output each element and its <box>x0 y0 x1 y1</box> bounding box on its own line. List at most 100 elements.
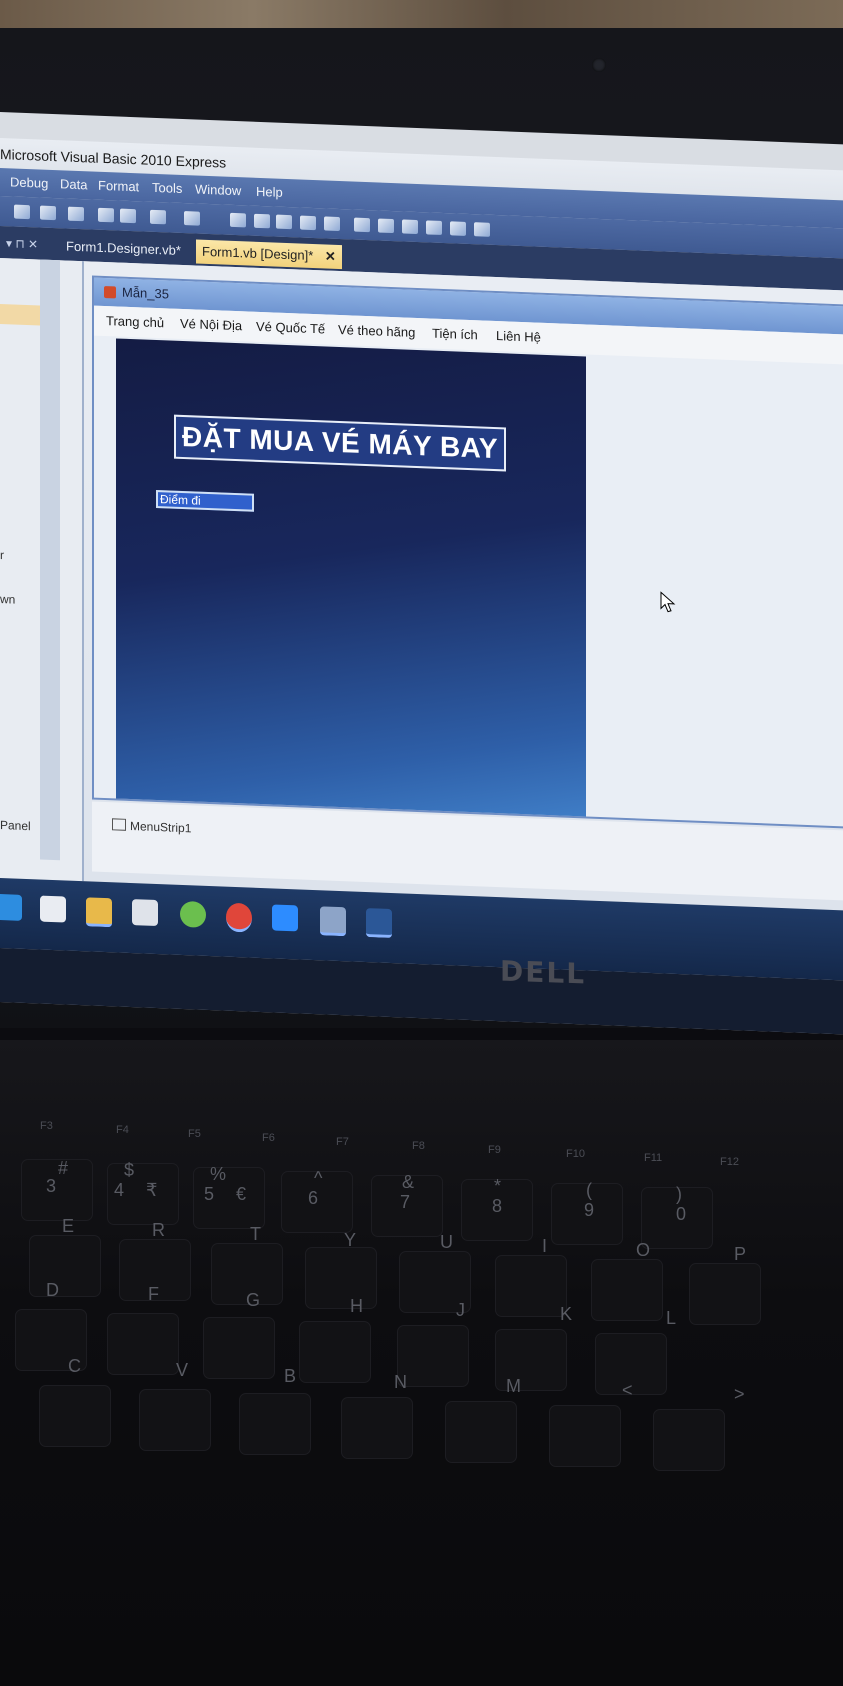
output-icon[interactable] <box>474 222 490 237</box>
menu-debug[interactable]: Debug <box>10 174 48 190</box>
zoom-icon[interactable] <box>272 904 298 932</box>
pin-icon[interactable]: ▾ ⊓ ✕ <box>6 236 38 251</box>
key-label: F8 <box>412 1140 425 1152</box>
ide-title: Microsoft Visual Basic 2010 Express <box>0 146 227 171</box>
key-label: F10 <box>566 1148 585 1160</box>
key-label: F6 <box>262 1132 275 1144</box>
properties-icon[interactable] <box>378 218 394 234</box>
tab-form1-design[interactable]: Form1.vb [Design]* ✕ <box>196 239 342 270</box>
step-over-icon[interactable] <box>300 215 316 231</box>
key-label: 5 <box>204 1184 215 1204</box>
chrome-icon[interactable] <box>226 902 252 933</box>
step-icon[interactable] <box>276 214 292 230</box>
key-label: T <box>250 1224 261 1244</box>
key-label: ) <box>676 1184 682 1204</box>
edge-icon[interactable] <box>0 893 22 921</box>
redo-icon[interactable] <box>184 211 200 226</box>
toolbox-scrollbar[interactable] <box>40 259 60 861</box>
key-label: I <box>542 1236 548 1256</box>
menu-trang-chu[interactable]: Trang chủ <box>106 313 164 330</box>
tab-form1-designer[interactable]: Form1.Designer.vb* <box>60 234 187 263</box>
menu-tien-ich[interactable]: Tiện ích <box>432 326 478 343</box>
menu-help[interactable]: Help <box>256 184 283 200</box>
heading-label[interactable]: ĐẶT MUA VÉ MÁY BAY <box>174 414 507 472</box>
key-3[interactable] <box>22 1160 92 1220</box>
departure-label[interactable]: Điểm đi <box>156 489 254 512</box>
outdent-icon[interactable] <box>120 208 136 224</box>
key-label: ^ <box>314 1168 323 1188</box>
key-v[interactable] <box>140 1390 210 1450</box>
key-n[interactable] <box>342 1398 412 1458</box>
visual-basic-icon[interactable] <box>320 906 346 937</box>
mouse-cursor-icon <box>660 591 676 613</box>
key-comma[interactable] <box>550 1406 620 1466</box>
key-h[interactable] <box>300 1322 370 1382</box>
key-y[interactable] <box>306 1248 376 1308</box>
menu-ve-quoc-te[interactable]: Vé Quốc Tế <box>256 319 325 337</box>
key-label: F5 <box>188 1128 201 1140</box>
key-p[interactable] <box>690 1264 760 1324</box>
menustrip-component[interactable]: MenuStrip1 <box>112 818 191 835</box>
key-e[interactable] <box>30 1236 100 1296</box>
key-o[interactable] <box>592 1260 662 1320</box>
close-icon[interactable]: ✕ <box>325 248 336 263</box>
key-label: O <box>636 1240 651 1260</box>
mail-icon[interactable] <box>132 899 158 927</box>
menu-window[interactable]: Window <box>195 181 241 198</box>
key-label: D <box>46 1280 59 1300</box>
background-picture-panel: ĐẶT MUA VÉ MÁY BAY Điểm đi <box>116 338 586 817</box>
key-m[interactable] <box>446 1402 516 1462</box>
step-out-icon[interactable] <box>324 216 340 232</box>
key-label: 7 <box>400 1192 411 1212</box>
key-label: € <box>236 1184 247 1204</box>
key-label: Y <box>344 1230 357 1250</box>
indent-icon[interactable] <box>98 207 114 223</box>
menu-ve-theo-hang[interactable]: Vé theo hãng <box>338 322 415 340</box>
key-g[interactable] <box>204 1318 274 1378</box>
key-label: * <box>494 1176 502 1196</box>
find-icon[interactable] <box>68 206 84 222</box>
key-j[interactable] <box>398 1326 468 1386</box>
menu-lien-he[interactable]: Liên Hệ <box>496 328 541 345</box>
error-list-icon[interactable] <box>450 221 466 236</box>
form-window[interactable]: Mẫn_35 Trang chủ Vé Nội Địa Vé Quốc Tế V… <box>92 275 843 829</box>
key-label: J <box>456 1300 465 1320</box>
menu-data[interactable]: Data <box>60 176 87 192</box>
toolbox-selected-item[interactable] <box>0 304 40 326</box>
solution-explorer-icon[interactable] <box>354 217 370 233</box>
menu-ve-noi-dia[interactable]: Vé Nội Địa <box>180 316 242 333</box>
laptop-screen: Microsoft Visual Basic 2010 Express Debu… <box>0 112 843 1035</box>
start-debug-icon[interactable] <box>230 212 246 228</box>
key-label: F7 <box>336 1136 349 1148</box>
key-period[interactable] <box>654 1410 724 1470</box>
key-i[interactable] <box>496 1256 566 1316</box>
menu-format[interactable]: Format <box>98 178 139 195</box>
key-label: 6 <box>308 1188 319 1208</box>
key-b[interactable] <box>240 1394 310 1454</box>
toolbox-item-text: r <box>0 548 4 563</box>
key-label: < <box>622 1380 633 1400</box>
key-f[interactable] <box>108 1314 178 1374</box>
file-explorer-icon[interactable] <box>86 897 112 928</box>
toolbox-icon[interactable] <box>402 219 418 235</box>
stop-debug-icon[interactable] <box>254 213 270 229</box>
key-label: 8 <box>492 1196 503 1216</box>
key-label: H <box>350 1296 363 1316</box>
key-label: M <box>506 1376 521 1396</box>
app-icon[interactable] <box>180 900 206 928</box>
tab-label: Form1.Designer.vb* <box>66 238 181 258</box>
key-label: 0 <box>676 1204 687 1224</box>
key-label: P <box>734 1244 747 1264</box>
word-icon[interactable] <box>366 908 392 939</box>
key-label: & <box>402 1172 415 1192</box>
key-label: F4 <box>116 1124 129 1136</box>
key-label: > <box>734 1384 745 1404</box>
undo-icon[interactable] <box>150 209 166 225</box>
store-icon[interactable] <box>40 895 66 923</box>
paste-icon[interactable] <box>40 205 56 221</box>
key-label: F <box>148 1284 159 1304</box>
copy-icon[interactable] <box>14 204 30 220</box>
key-c[interactable] <box>40 1386 110 1446</box>
menu-tools[interactable]: Tools <box>152 180 182 196</box>
object-browser-icon[interactable] <box>426 220 442 235</box>
